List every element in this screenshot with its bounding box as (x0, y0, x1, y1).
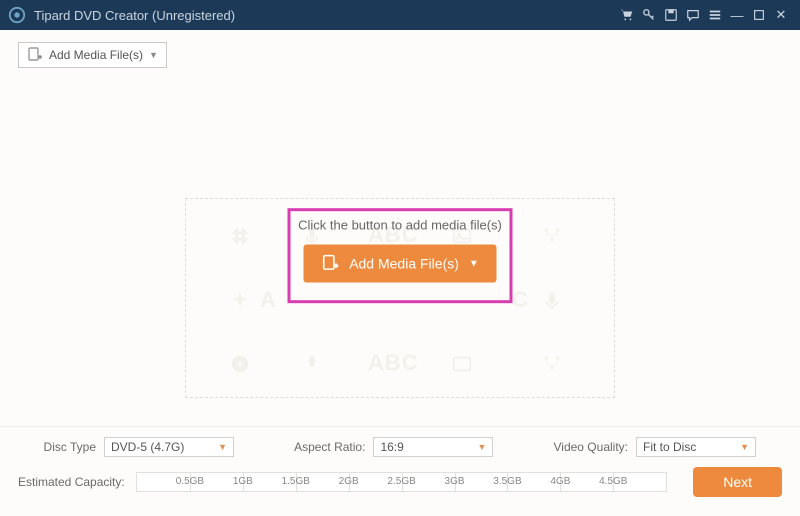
wm-sparkle-icon (540, 224, 564, 248)
wm-mic-icon-2 (540, 289, 564, 313)
capacity-tick-label: 3GB (445, 476, 465, 487)
chevron-down-icon: ▼ (478, 442, 487, 452)
wm-film-icon (228, 224, 252, 248)
maximize-icon[interactable] (748, 4, 770, 26)
aspect-ratio-value: 16:9 (380, 440, 403, 454)
disc-type-value: DVD-5 (4.7G) (111, 440, 184, 454)
wm-abc-2: A (260, 287, 277, 313)
wm-film-icon-3 (228, 352, 252, 376)
add-media-button-center[interactable]: Add Media File(s) ▼ (303, 245, 497, 283)
chevron-down-icon: ▼ (218, 442, 227, 452)
add-media-icon (27, 47, 43, 63)
save-icon[interactable] (660, 4, 682, 26)
cta-instruction-text: Click the button to add media file(s) (288, 218, 513, 233)
capacity-tick-label: 4GB (550, 476, 570, 487)
next-button-label: Next (723, 474, 752, 490)
capacity-tick-label: 4.5GB (599, 476, 627, 487)
disc-type-select[interactable]: DVD-5 (4.7G) ▼ (104, 437, 234, 457)
wm-image-icon-3 (450, 352, 474, 376)
video-quality-label: Video Quality: (554, 440, 629, 454)
aspect-ratio-label: Aspect Ratio: (294, 440, 365, 454)
wm-mic-icon-3 (300, 352, 324, 376)
video-quality-select[interactable]: Fit to Disc ▼ (636, 437, 756, 457)
app-title: Tipard DVD Creator (Unregistered) (34, 8, 235, 23)
capacity-tick-label: 1GB (233, 476, 253, 487)
footer: Disc Type DVD-5 (4.7G) ▼ Aspect Ratio: 1… (0, 426, 800, 516)
add-media-label: Add Media File(s) (49, 48, 143, 62)
chevron-down-icon-center: ▼ (469, 258, 479, 269)
add-media-button-center-label: Add Media File(s) (349, 256, 459, 272)
wm-abc-3: ABC (368, 350, 419, 376)
shop-icon[interactable] (616, 4, 638, 26)
estimated-capacity-label: Estimated Capacity: (18, 475, 128, 489)
main-area: ABC A C ABC Click the button to add medi… (0, 74, 800, 426)
wm-abc-2b: C (512, 287, 529, 313)
feedback-icon[interactable] (682, 4, 704, 26)
chevron-down-icon: ▼ (740, 442, 749, 452)
capacity-tick-label: 2GB (339, 476, 359, 487)
key-icon[interactable] (638, 4, 660, 26)
minimize-icon[interactable]: — (726, 4, 748, 26)
wm-sparkle-icon-3 (540, 352, 564, 376)
capacity-tick-label: 0.5GB (176, 476, 204, 487)
capacity-tick-label: 2.5GB (387, 476, 415, 487)
capacity-bar: 0.5GB 1GB 1.5GB 2GB 2.5GB 3GB 3.5GB 4GB 4.5GB (136, 472, 667, 492)
capacity-tick-label: 3.5GB (493, 476, 521, 487)
aspect-ratio-select[interactable]: 16:9 ▼ (373, 437, 493, 457)
chevron-down-icon: ▼ (149, 50, 158, 60)
toolbar: Add Media File(s) ▼ (0, 30, 800, 74)
next-button[interactable]: Next (693, 467, 782, 497)
add-media-icon-center (321, 255, 339, 273)
close-icon[interactable]: ✕ (770, 4, 792, 26)
video-quality-value: Fit to Disc (643, 440, 696, 454)
disc-type-label: Disc Type (18, 440, 96, 454)
menu-icon[interactable] (704, 4, 726, 26)
wm-sparkle-icon-2 (228, 289, 252, 313)
capacity-tick-label: 1.5GB (282, 476, 310, 487)
app-logo-icon (8, 6, 26, 24)
add-media-button-top[interactable]: Add Media File(s) ▼ (18, 42, 167, 68)
titlebar: Tipard DVD Creator (Unregistered) — ✕ (0, 0, 800, 30)
